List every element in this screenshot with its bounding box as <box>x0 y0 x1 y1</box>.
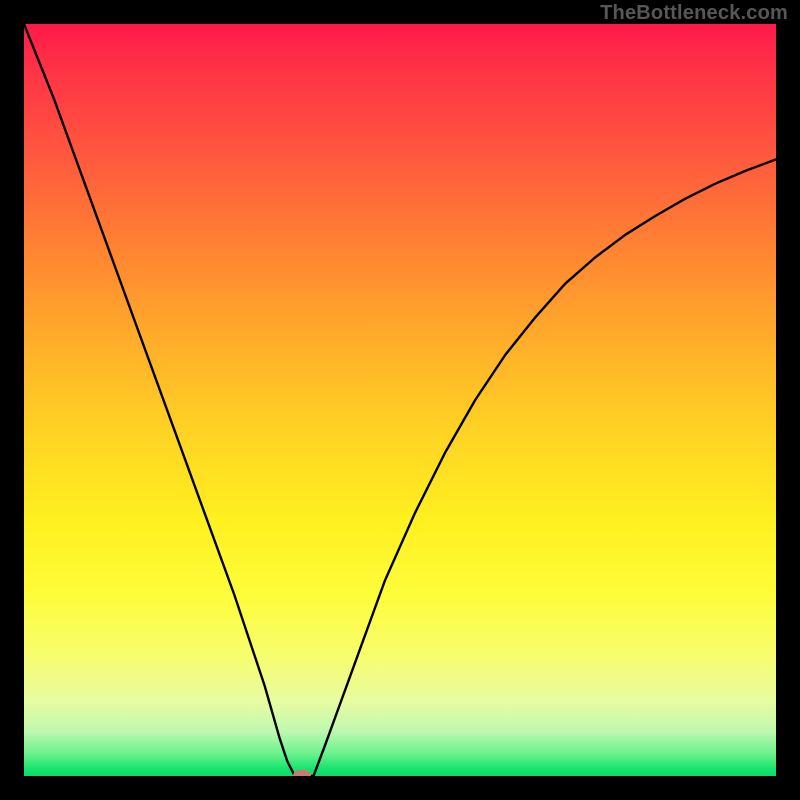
chart-frame: TheBottleneck.com <box>0 0 800 800</box>
plot-area <box>24 24 776 776</box>
watermark-text: TheBottleneck.com <box>600 2 788 25</box>
minimum-marker <box>293 770 311 776</box>
bottleneck-curve <box>24 24 776 776</box>
